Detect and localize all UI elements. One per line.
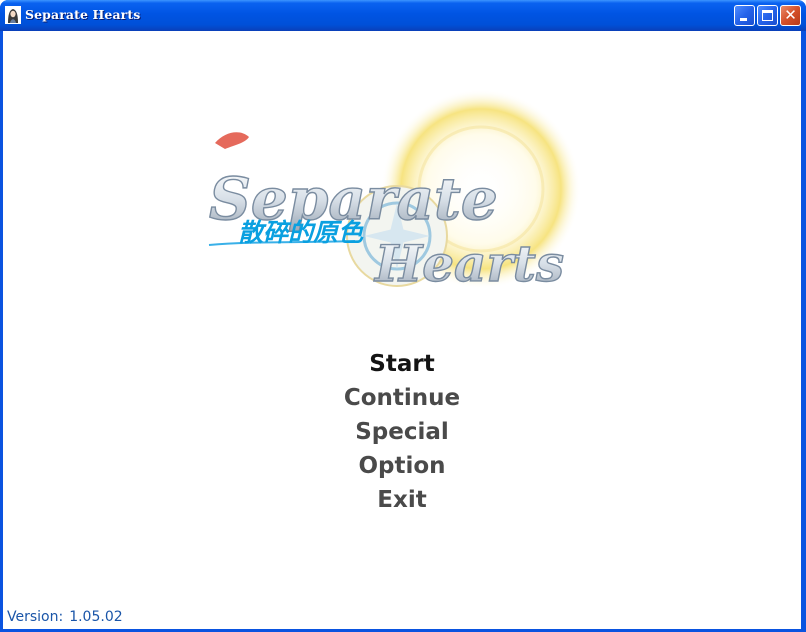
menu-special[interactable]: Special xyxy=(3,415,801,449)
main-menu: Start Continue Special Option Exit xyxy=(3,347,801,517)
version-label: Version: xyxy=(7,609,64,625)
logo-title-hearts: Hearts xyxy=(373,234,564,293)
logo-red-accent xyxy=(215,132,249,149)
window-title: Separate Hearts xyxy=(25,7,141,22)
maximize-button[interactable] xyxy=(757,5,778,26)
minimize-button[interactable] xyxy=(734,5,755,26)
version-number: 1.05.02 xyxy=(69,609,123,625)
title-bar[interactable]: Separate Hearts ✕ xyxy=(0,0,806,31)
logo-subtitle: 散碎的原色 xyxy=(238,218,364,247)
menu-option[interactable]: Option xyxy=(3,449,801,483)
app-window: Separate Hearts ✕ Separate Hearts 散碎的原色 … xyxy=(0,0,806,632)
game-logo: Separate Hearts 散碎的原色 xyxy=(208,89,581,294)
game-screen: Separate Hearts 散碎的原色 Start Continue Spe… xyxy=(3,31,801,629)
close-button[interactable]: ✕ xyxy=(780,5,801,26)
menu-exit[interactable]: Exit xyxy=(3,483,801,517)
minimize-icon xyxy=(740,18,747,21)
version-info: Version: 1.05.02 xyxy=(7,609,123,625)
close-icon: ✕ xyxy=(784,6,797,24)
maximize-icon xyxy=(762,10,773,21)
menu-start[interactable]: Start xyxy=(3,347,801,381)
girl-portrait-app-icon xyxy=(5,6,21,24)
menu-continue[interactable]: Continue xyxy=(3,381,801,415)
